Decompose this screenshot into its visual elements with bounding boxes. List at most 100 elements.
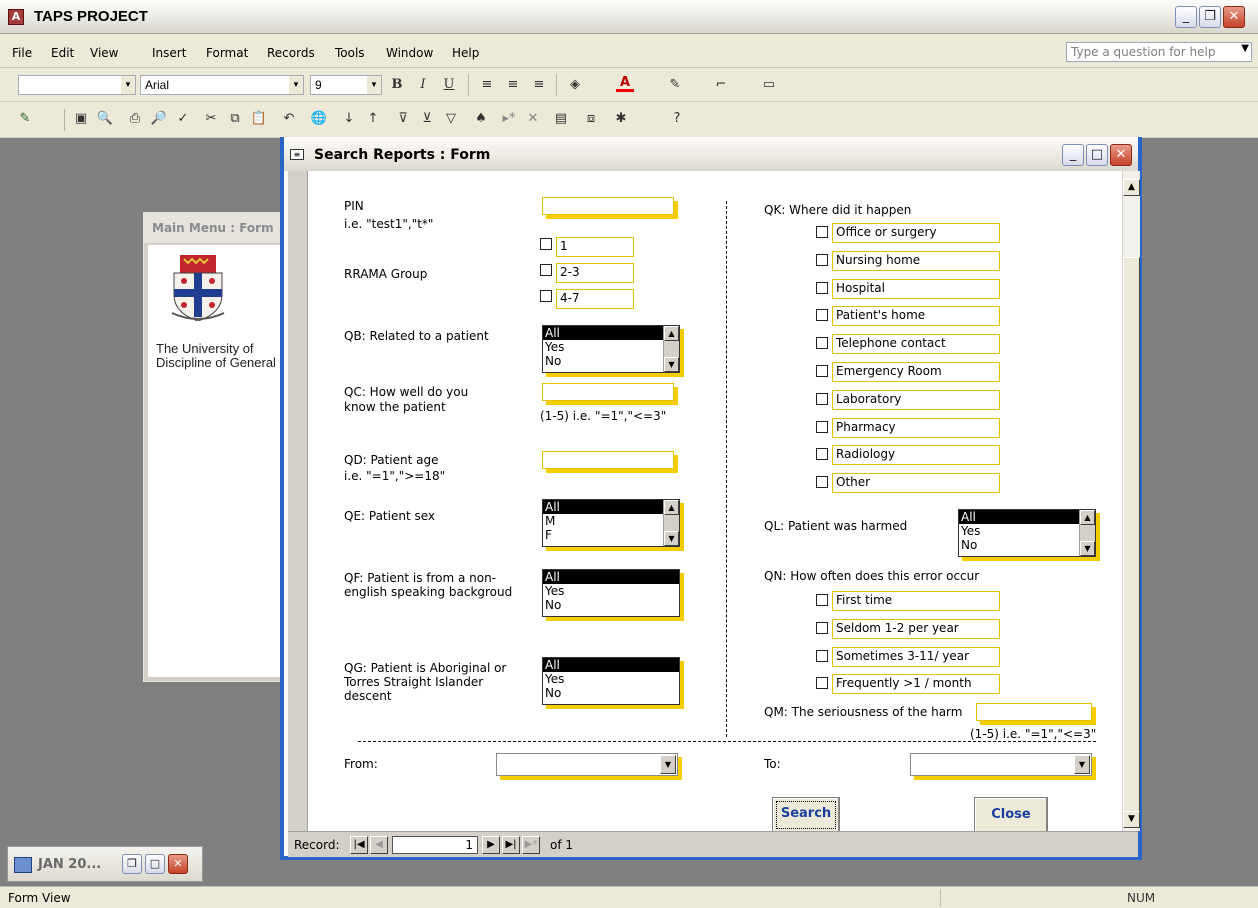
scroll-up-icon[interactable]: ▲	[664, 326, 679, 341]
list-item[interactable]: M	[543, 514, 679, 528]
copy-icon[interactable]: ⧉	[226, 110, 244, 128]
list-item[interactable]: All	[543, 570, 679, 584]
last-record-icon[interactable]: ▶|	[502, 836, 520, 854]
file-search-icon[interactable]: 🔍	[96, 110, 114, 128]
scrollbar-thumb[interactable]	[1123, 257, 1140, 823]
align-left-icon[interactable]: ≡	[478, 76, 496, 94]
qk-checkbox[interactable]	[816, 226, 828, 238]
menu-window[interactable]: Window	[386, 46, 433, 60]
qk-checkbox[interactable]	[816, 281, 828, 294]
help-question-input[interactable]: Type a question for help ▼	[1066, 42, 1252, 62]
previous-record-icon[interactable]: ◀	[370, 836, 388, 854]
listbox-scrollbar[interactable]: ▲ ▼	[663, 326, 679, 372]
qf-listbox[interactable]: All Yes No	[542, 569, 680, 617]
properties-icon[interactable]: ▤	[552, 110, 570, 128]
app-restore-button[interactable]: ❐	[1199, 6, 1221, 28]
apply-filter-icon[interactable]: ▽	[442, 110, 460, 128]
scroll-down-icon[interactable]: ▼	[1123, 811, 1140, 828]
list-item[interactable]: Yes	[959, 524, 1095, 538]
filter-by-selection-icon[interactable]: ⊽	[394, 110, 412, 128]
find-icon[interactable]: ♠	[472, 110, 490, 128]
minwin-maximize-button[interactable]: □	[145, 854, 165, 874]
next-record-icon[interactable]: ▶	[482, 836, 500, 854]
search-maximize-button[interactable]: □	[1086, 144, 1108, 166]
list-item[interactable]: All	[543, 326, 679, 340]
menu-help[interactable]: Help	[452, 46, 479, 60]
list-item[interactable]: No	[543, 598, 679, 612]
qm-input[interactable]	[976, 703, 1092, 721]
chevron-down-icon[interactable]: ▼	[660, 755, 676, 774]
qn-checkbox[interactable]	[816, 621, 828, 634]
border-style-icon[interactable]: ⌐	[712, 76, 730, 94]
hyperlink-icon[interactable]: 🌐	[310, 110, 328, 128]
font-size-combo[interactable]: 9 ▼	[310, 75, 382, 95]
qk-checkbox[interactable]	[816, 309, 828, 322]
qk-checkbox[interactable]	[816, 420, 828, 433]
search-minimize-button[interactable]: _	[1062, 144, 1084, 166]
italic-button[interactable]: I	[414, 76, 432, 94]
search-button[interactable]: Search	[772, 797, 840, 833]
spelling-icon[interactable]: ✓	[174, 110, 192, 128]
paste-icon[interactable]: 📋	[250, 110, 268, 128]
search-close-window-button[interactable]: ✕	[1110, 144, 1132, 166]
list-item[interactable]: No	[543, 354, 679, 368]
main-menu-title-bar[interactable]: Main Menu : Form	[144, 213, 289, 243]
chevron-down-icon[interactable]: ▼	[367, 76, 381, 94]
pin-input[interactable]	[542, 197, 674, 215]
design-view-icon[interactable]: ✎	[16, 110, 34, 128]
list-item[interactable]: No	[959, 538, 1095, 552]
list-item[interactable]: No	[543, 686, 679, 700]
qd-input[interactable]	[542, 451, 674, 469]
form-icon[interactable]: ≡	[290, 149, 304, 160]
sort-ascending-icon[interactable]: ↓	[340, 110, 358, 128]
print-preview-icon[interactable]: 🔎	[150, 110, 168, 128]
rrama-checkbox-1[interactable]	[540, 238, 552, 250]
chevron-down-icon[interactable]: ▼	[121, 76, 135, 94]
app-minimize-button[interactable]: _	[1175, 6, 1197, 28]
qe-listbox[interactable]: All M F ▲ ▼	[542, 499, 680, 547]
access-app-icon[interactable]: A	[8, 9, 24, 25]
fill-color-icon[interactable]: ◈	[566, 76, 584, 94]
menu-format[interactable]: Format	[206, 46, 248, 60]
line-color-icon[interactable]: ✎	[666, 76, 684, 94]
search-reports-window[interactable]: ≡ Search Reports : Form _ □ ✕ PIN i.e. "…	[280, 137, 1142, 860]
scroll-down-icon[interactable]: ▼	[664, 357, 679, 372]
filter-by-form-icon[interactable]: ⊻	[418, 110, 436, 128]
qk-checkbox[interactable]	[816, 365, 828, 377]
list-item[interactable]: All	[543, 658, 679, 672]
scroll-up-icon[interactable]: ▲	[1080, 510, 1095, 525]
search-window-title-bar[interactable]: ≡ Search Reports : Form _ □ ✕	[284, 137, 1138, 171]
align-right-icon[interactable]: ≡	[530, 76, 548, 94]
align-center-icon[interactable]: ≡	[504, 76, 522, 94]
font-color-icon[interactable]: A	[616, 74, 634, 92]
form-vertical-scrollbar[interactable]: ▲ ▼	[1122, 171, 1140, 831]
first-record-icon[interactable]: |◀	[350, 836, 368, 854]
object-selector-combo[interactable]: ▼	[18, 75, 136, 95]
list-item[interactable]: Yes	[543, 672, 679, 686]
qn-checkbox[interactable]	[816, 677, 828, 690]
qn-checkbox[interactable]	[816, 649, 828, 662]
close-button[interactable]: Close	[974, 797, 1048, 833]
menu-edit[interactable]: Edit	[51, 46, 74, 60]
database-window-icon[interactable]: ⧈	[582, 110, 600, 128]
qk-checkbox[interactable]	[816, 337, 828, 350]
current-record-input[interactable]: 1	[392, 836, 478, 854]
app-close-button[interactable]: ✕	[1223, 6, 1245, 28]
scroll-down-icon[interactable]: ▼	[1080, 541, 1095, 556]
list-item[interactable]: All	[543, 500, 679, 514]
minwin-restore-button[interactable]: ❐	[122, 854, 142, 874]
record-selector-bar[interactable]	[288, 171, 308, 831]
chevron-down-icon[interactable]: ▼	[1241, 43, 1249, 54]
new-record-nav-icon[interactable]: ▶*	[522, 836, 540, 854]
cut-icon[interactable]: ✂	[202, 110, 220, 128]
list-item[interactable]: All	[959, 510, 1095, 524]
qn-checkbox[interactable]	[816, 594, 828, 606]
rrama-checkbox-3[interactable]	[540, 290, 552, 302]
print-icon[interactable]: ⎙	[126, 110, 144, 128]
scroll-down-icon[interactable]: ▼	[664, 531, 679, 546]
minwin-close-button[interactable]: ✕	[168, 854, 188, 874]
underline-button[interactable]: U	[440, 76, 458, 94]
delete-record-icon[interactable]: ✕	[524, 110, 542, 128]
save-icon[interactable]: ▣	[72, 110, 90, 128]
qc-input[interactable]	[542, 383, 674, 401]
